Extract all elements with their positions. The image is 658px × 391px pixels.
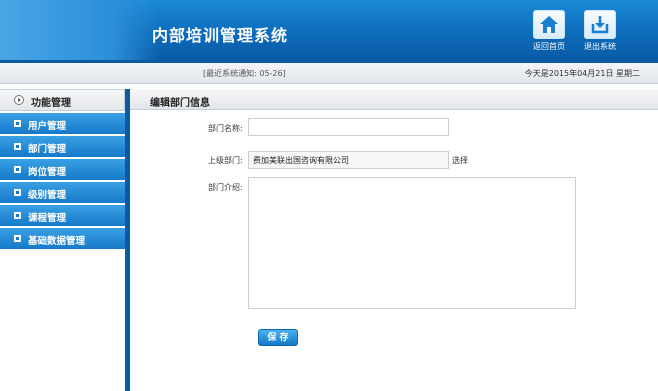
home-icon [533,10,565,39]
sidebar-item-label: 基础数据管理 [28,236,86,247]
sidebar-item-base-data[interactable]: 基础数据管理 [0,228,125,249]
parent-department-label: 上级部门: [208,156,243,165]
sidebar-item-label: 课程管理 [28,213,67,224]
sidebar-title: 功能管理 [31,98,71,109]
bullet-icon [14,189,21,196]
exit-icon [584,10,616,39]
bullet-icon [14,212,21,219]
sidebar: 功能管理 用户管理 部门管理 岗位管理 级别管理 课程管理 基础数据管理 [0,89,125,391]
header-logo-area [0,0,160,60]
main-content: 编辑部门信息 部门名称: 上级部门: 选择 部门介绍: 保 存 [130,89,658,391]
sidebar-item-positions[interactable]: 岗位管理 [0,159,125,180]
sidebar-item-courses[interactable]: 课程管理 [0,205,125,226]
bullet-icon [14,166,21,173]
system-notice-link[interactable]: [最近系统通知: 05-26] [203,68,286,79]
department-name-input[interactable] [248,118,449,136]
sidebar-item-departments[interactable]: 部门管理 [0,136,125,157]
app-title: 内部培训管理系统 [152,26,289,45]
sidebar-item-label: 级别管理 [28,190,67,201]
save-button[interactable]: 保 存 [258,329,298,346]
department-intro-label: 部门介绍: [208,183,243,192]
sidebar-item-label: 用户管理 [28,121,67,132]
parent-department-input[interactable] [248,151,449,169]
exit-label: 退出系统 [584,42,616,51]
sidebar-item-label: 部门管理 [28,144,67,155]
department-name-label: 部门名称: [208,124,243,133]
bullet-icon [14,235,21,242]
sidebar-item-label: 岗位管理 [28,167,67,178]
bullet-icon [14,120,21,127]
home-label: 返回首页 [533,42,565,51]
sidebar-item-levels[interactable]: 级别管理 [0,182,125,203]
app-header: 内部培训管理系统 返回首页 退出系统 [0,0,658,60]
form-header: 编辑部门信息 [130,89,658,110]
play-circle-icon [14,95,24,105]
notice-bar: [最近系统通知: 05-26] 今天是2015年04月21日 星期二 [0,63,658,84]
form-title: 编辑部门信息 [150,98,210,109]
current-date: 今天是2015年04月21日 星期二 [524,69,640,78]
department-intro-textarea[interactable] [248,177,576,309]
home-button[interactable]: 返回首页 [529,10,569,52]
exit-button[interactable]: 退出系统 [580,10,620,52]
sidebar-header: 功能管理 [0,89,125,111]
sidebar-item-users[interactable]: 用户管理 [0,113,125,134]
choose-parent-link[interactable]: 选择 [452,155,468,166]
bullet-icon [14,143,21,150]
